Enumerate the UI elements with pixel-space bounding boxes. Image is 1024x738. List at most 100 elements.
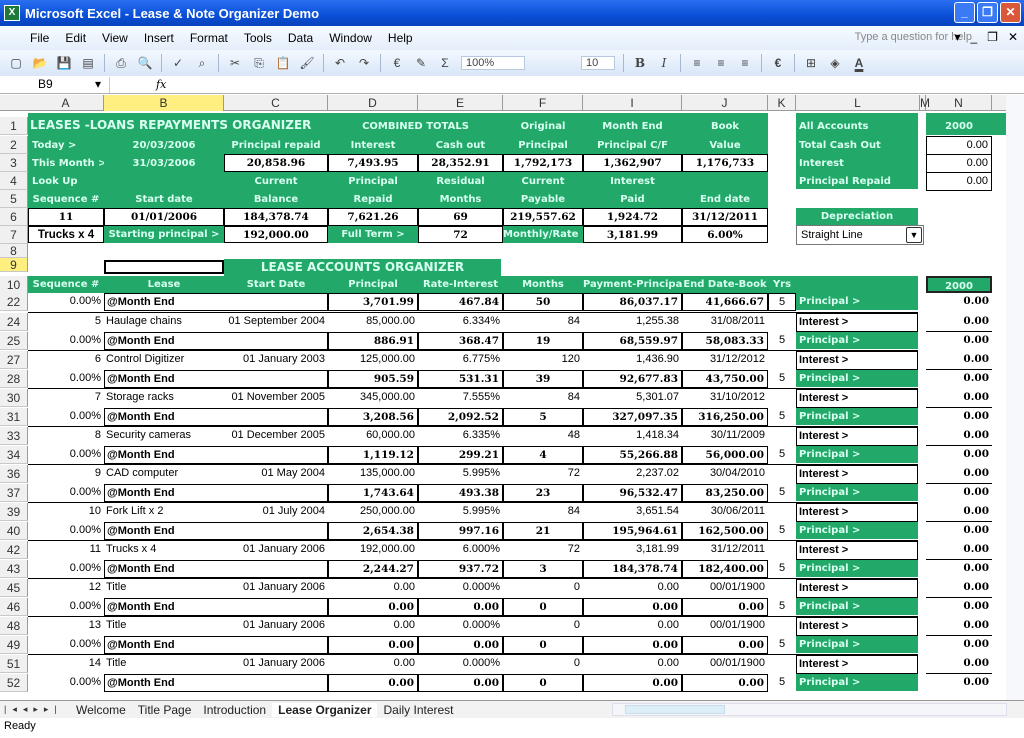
undo-icon[interactable]: ↶: [332, 56, 348, 70]
bold-button[interactable]: B: [632, 56, 648, 70]
interest-tag[interactable]: Interest >: [796, 351, 918, 370]
row-header[interactable]: 10: [0, 276, 28, 294]
menu-view[interactable]: View: [102, 31, 128, 45]
depreciation-select[interactable]: Straight Line ▼: [796, 225, 924, 245]
column-header-k[interactable]: K: [768, 95, 796, 111]
align-center-icon[interactable]: ≡: [713, 56, 729, 70]
research-icon[interactable]: ⌕: [194, 56, 210, 71]
ink-icon[interactable]: ✎: [413, 56, 429, 70]
row-header[interactable]: 31: [0, 408, 28, 426]
lookup-value[interactable]: 7,621.26: [328, 208, 418, 226]
row-header[interactable]: 48: [0, 617, 28, 635]
chevron-down-icon[interactable]: ▾: [954, 30, 960, 44]
doc-restore-button[interactable]: ❐: [987, 30, 998, 44]
print-icon[interactable]: ⎙: [113, 56, 129, 71]
font-color-icon[interactable]: A: [851, 56, 867, 70]
lookup-value[interactable]: 1,924.72: [583, 208, 682, 226]
sheet-tab-lease-organizer[interactable]: Lease Organizer: [272, 702, 378, 717]
fill-color-icon[interactable]: ◈: [827, 56, 843, 70]
lookup-value[interactable]: 219,557.62: [503, 208, 583, 226]
principal-tag[interactable]: Principal >: [797, 293, 917, 310]
format-painter-icon[interactable]: 🖌: [299, 56, 315, 70]
row-header[interactable]: 27: [0, 351, 28, 369]
fx-icon[interactable]: fx: [156, 78, 166, 91]
principal-tag[interactable]: Principal >: [797, 370, 917, 387]
column-header-n[interactable]: N: [926, 95, 992, 111]
interest-tag[interactable]: Interest >: [796, 465, 918, 484]
align-left-icon[interactable]: ≡: [689, 56, 705, 70]
lease-name[interactable]: Trucks x 4: [104, 541, 224, 559]
spelling-icon[interactable]: ✓: [170, 56, 186, 70]
principal-tag[interactable]: Principal >: [797, 408, 917, 425]
row-header[interactable]: 52: [0, 674, 28, 692]
menu-insert[interactable]: Insert: [144, 31, 174, 45]
row-header[interactable]: 28: [0, 370, 28, 388]
column-header-b[interactable]: B: [104, 95, 224, 111]
row-header[interactable]: 22: [0, 293, 28, 311]
column-header-e[interactable]: E: [418, 95, 503, 111]
interest-tag[interactable]: Interest >: [796, 579, 918, 598]
row-header[interactable]: 9: [0, 258, 28, 272]
zoom-select[interactable]: 100%: [461, 56, 525, 70]
menu-tools[interactable]: Tools: [244, 31, 272, 45]
interest-tag[interactable]: Interest >: [796, 503, 918, 522]
column-header-i[interactable]: I: [583, 95, 682, 111]
column-header-a[interactable]: A: [28, 95, 104, 111]
row-header[interactable]: 6: [0, 208, 28, 226]
lease-name[interactable]: Fork Lift x 2: [104, 503, 224, 521]
lease-name[interactable]: Haulage chains: [104, 313, 224, 331]
column-header-c[interactable]: C: [224, 95, 328, 111]
sheet-tab-welcome[interactable]: Welcome: [70, 703, 132, 717]
menu-format[interactable]: Format: [190, 31, 228, 45]
interest-tag[interactable]: Interest >: [796, 617, 918, 636]
principal-tag[interactable]: Principal >: [797, 332, 917, 349]
sheet-tab-title-page[interactable]: Title Page: [132, 703, 198, 717]
cut-icon[interactable]: ✂: [227, 56, 243, 70]
row-header[interactable]: 40: [0, 522, 28, 540]
selected-cell-b9[interactable]: [104, 260, 224, 274]
font-size-select[interactable]: 10: [581, 56, 615, 70]
row-header[interactable]: 33: [0, 427, 28, 445]
principal-tag[interactable]: Principal >: [797, 484, 917, 501]
row-header[interactable]: 42: [0, 541, 28, 559]
chevron-down-icon[interactable]: ▼: [906, 227, 922, 243]
row-header[interactable]: 30: [0, 389, 28, 407]
borders-icon[interactable]: ⊞: [803, 56, 819, 70]
row-header[interactable]: 34: [0, 446, 28, 464]
permission-icon[interactable]: ▤: [80, 56, 96, 70]
row-header[interactable]: 7: [0, 226, 28, 244]
interest-tag[interactable]: Interest >: [796, 427, 918, 446]
new-icon[interactable]: ▢: [8, 56, 24, 70]
restore-button[interactable]: ❐: [977, 2, 998, 23]
row-header[interactable]: 2: [0, 136, 28, 154]
name-box[interactable]: B9 ▾: [0, 76, 110, 93]
row-header[interactable]: 24: [0, 313, 28, 331]
menu-edit[interactable]: Edit: [65, 31, 86, 45]
currency-convert-icon[interactable]: €: [389, 56, 405, 70]
align-right-icon[interactable]: ≡: [737, 56, 753, 70]
principal-tag[interactable]: Principal >: [797, 636, 917, 653]
horizontal-scrollbar[interactable]: [612, 703, 1007, 716]
principal-tag[interactable]: Principal >: [797, 446, 917, 463]
row-header[interactable]: 43: [0, 560, 28, 578]
row-header[interactable]: 4: [0, 172, 28, 190]
interest-tag[interactable]: Interest >: [796, 389, 918, 408]
minimize-button[interactable]: _: [954, 2, 975, 23]
menu-window[interactable]: Window: [329, 31, 372, 45]
row-header[interactable]: 36: [0, 465, 28, 483]
lease-name[interactable]: Control Digitizer: [104, 351, 224, 369]
row-header[interactable]: 45: [0, 579, 28, 597]
print-preview-icon[interactable]: 🔍: [137, 56, 153, 70]
open-icon[interactable]: 📂: [32, 56, 48, 70]
lookup-value[interactable]: 11: [28, 208, 104, 226]
lease-name[interactable]: Storage racks: [104, 389, 224, 407]
principal-tag[interactable]: Principal >: [797, 522, 917, 539]
sheet-tab-daily-interest[interactable]: Daily Interest: [377, 703, 459, 717]
lookup-value[interactable]: 31/12/2011: [682, 208, 768, 226]
doc-close-button[interactable]: ✕: [1008, 30, 1018, 44]
column-header-l[interactable]: L: [796, 95, 920, 111]
row-header[interactable]: 5: [0, 190, 28, 208]
row-header[interactable]: 3: [0, 154, 28, 172]
euro-button[interactable]: €: [770, 56, 786, 70]
close-button[interactable]: ✕: [1000, 2, 1021, 23]
